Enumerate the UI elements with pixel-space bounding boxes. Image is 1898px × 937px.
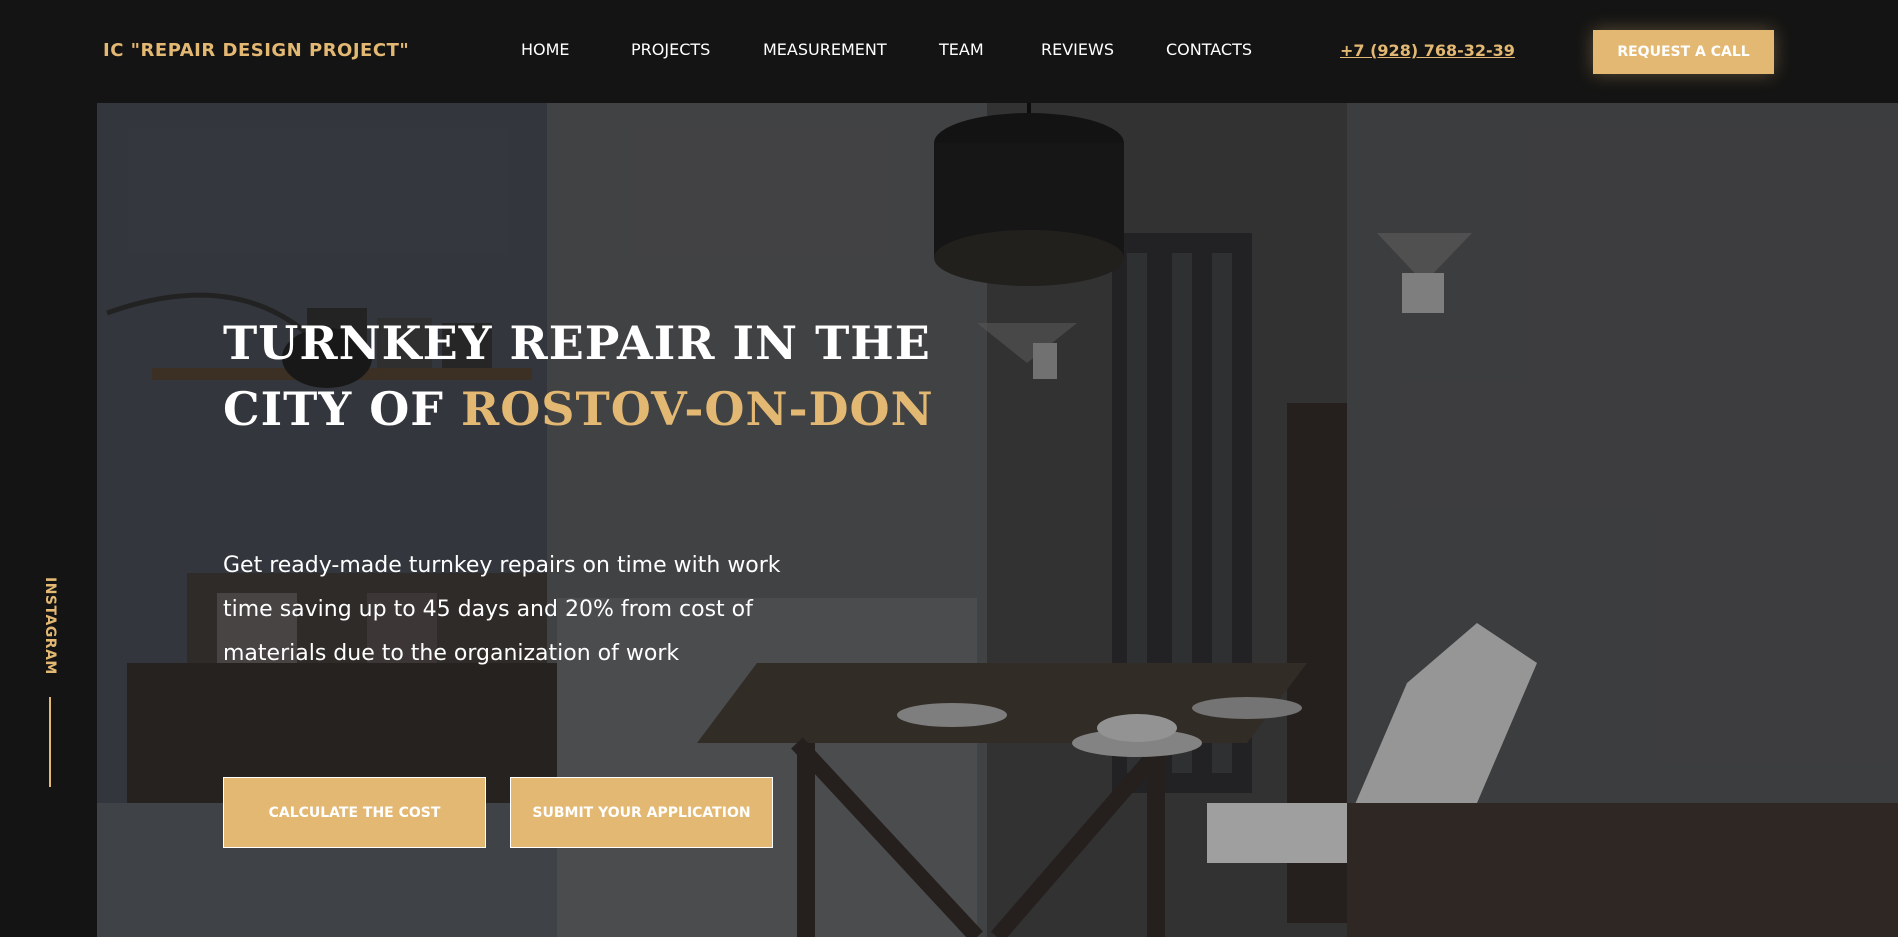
submit-application-button[interactable]: SUBMIT YOUR APPLICATION	[510, 777, 773, 848]
instagram-label: INSTAGRAM	[42, 577, 58, 675]
hero-title-line2-prefix: CITY OF	[223, 382, 461, 436]
calculate-cost-button[interactable]: CALCULATE THE COST	[223, 777, 486, 848]
phone-link[interactable]: +7 (928) 768-32-39	[1340, 41, 1515, 60]
hero-section: TURNKEY REPAIR IN THE CITY OF ROSTOV-ON-…	[97, 103, 1898, 937]
nav-contacts[interactable]: CONTACTS	[1166, 40, 1252, 59]
instagram-divider	[49, 697, 51, 787]
hero-title-line1: TURNKEY REPAIR IN THE	[223, 316, 931, 370]
hero-subtitle: Get ready-made turnkey repairs on time w…	[223, 553, 781, 666]
request-call-button[interactable]: REQUEST A CALL	[1593, 30, 1774, 74]
hero-title: TURNKEY REPAIR IN THE CITY OF ROSTOV-ON-…	[223, 310, 983, 442]
nav-team[interactable]: TEAM	[939, 40, 984, 59]
instagram-link[interactable]: INSTAGRAM	[42, 577, 62, 677]
nav-home[interactable]: HOME	[521, 40, 570, 59]
hero-title-city: ROSTOV-ON-DON	[460, 382, 934, 436]
site-header: IC "REPAIR DESIGN PROJECT" HOME PROJECTS…	[0, 0, 1898, 103]
nav-reviews[interactable]: REVIEWS	[1041, 40, 1114, 59]
nav-projects[interactable]: PROJECTS	[631, 40, 710, 59]
nav-measurement[interactable]: MEASUREMENT	[763, 40, 887, 59]
